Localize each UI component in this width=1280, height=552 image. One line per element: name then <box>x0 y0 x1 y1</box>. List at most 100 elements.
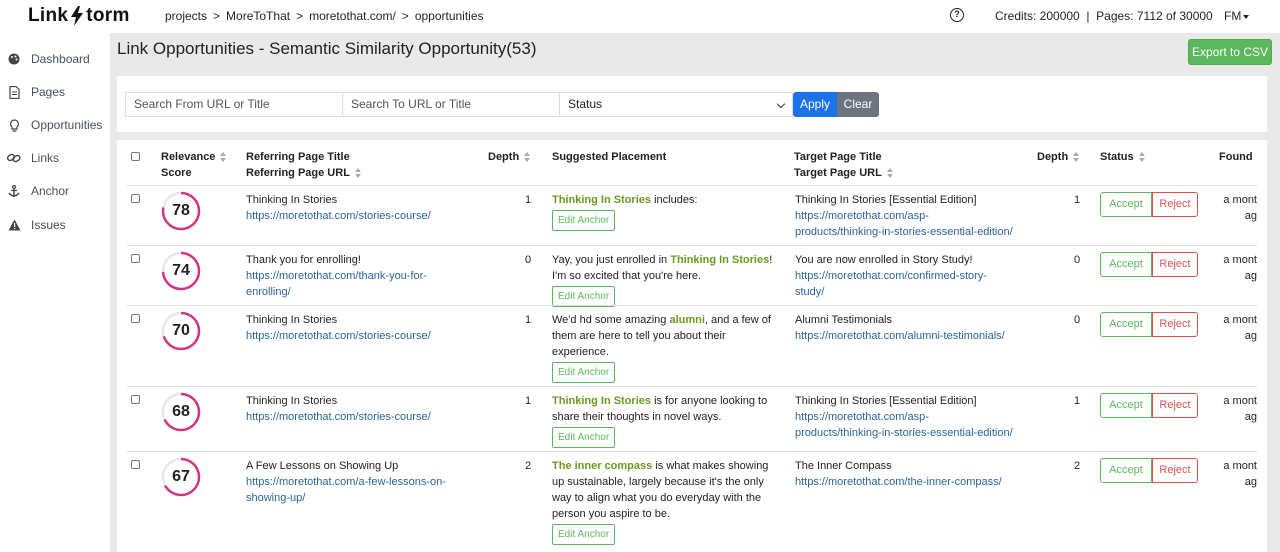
target-url[interactable]: https://moretothat.com/the-inner-compass… <box>795 474 1002 490</box>
logo[interactable]: Link torm <box>28 5 130 27</box>
main-content: Link Opportunities - Semantic Similarity… <box>110 33 1280 552</box>
sidebar-item-issues[interactable]: Issues <box>7 215 66 235</box>
header-target-url: Target Page URL <box>794 167 882 179</box>
question-circle-icon[interactable]: ? <box>950 8 964 22</box>
target-url[interactable]: https://moretothat.com/alumni-testimonia… <box>795 328 1005 344</box>
placement-text: share their thoughts in novel ways. <box>552 411 722 423</box>
status-select[interactable]: Status <box>559 92 793 117</box>
found-line2: ag <box>1244 411 1257 423</box>
row-checkbox[interactable] <box>131 395 140 404</box>
found-time: a mont ag <box>1223 192 1257 224</box>
referring-url[interactable]: https://moretothat.com/stories-course/ <box>246 328 431 344</box>
target-url[interactable]: https://moretothat.com/asp-products/thin… <box>795 409 1013 441</box>
referring-url[interactable]: https://moretothat.com/stories-course/ <box>246 208 431 224</box>
breadcrumb: projects > MoreToThat > moretothat.com/ … <box>165 9 484 23</box>
accept-button[interactable]: Accept <box>1100 252 1152 277</box>
sidebar-item-dashboard[interactable]: Dashboard <box>7 49 90 69</box>
accept-button[interactable]: Accept <box>1100 192 1152 217</box>
clear-button[interactable]: Clear <box>837 92 879 117</box>
header-target-depth[interactable]: Depth <box>1037 149 1080 165</box>
sidebar-item-label: Opportunities <box>31 118 103 132</box>
header-target[interactable]: Target Page Title Target Page URL <box>794 149 894 181</box>
placement-text: ! <box>769 254 773 266</box>
row-checkbox[interactable] <box>131 460 140 469</box>
reject-button[interactable]: Reject <box>1152 312 1198 337</box>
lightbulb-icon <box>7 118 21 132</box>
score-value: 68 <box>172 403 190 420</box>
score-value: 67 <box>172 468 190 485</box>
placement-text: up sustainable, largely because it's the… <box>552 476 764 488</box>
table-row: 78 Thinking In Stories https://moretotha… <box>127 185 1257 245</box>
row-checkbox[interactable] <box>131 254 140 263</box>
reject-button[interactable]: Reject <box>1152 252 1198 277</box>
reject-button[interactable]: Reject <box>1152 192 1198 217</box>
sidebar-item-label: Links <box>31 151 60 165</box>
breadcrumb-separator: > <box>213 9 221 23</box>
placement-text: them are here to tell you about their <box>552 330 726 342</box>
referring-depth: 1 <box>525 395 532 407</box>
breadcrumb-project[interactable]: MoreToThat <box>226 9 290 23</box>
suggested-placement: Yay, you just enrolled in Thinking In St… <box>552 252 772 284</box>
sidebar-item-label: Issues <box>31 218 66 232</box>
export-csv-button[interactable]: Export to CSV <box>1188 39 1272 65</box>
referring-url[interactable]: https://moretothat.com/a-few-lessons-on-… <box>246 474 446 506</box>
sidebar-item-anchor[interactable]: Anchor <box>7 181 69 201</box>
breadcrumb-domain[interactable]: moretothat.com/ <box>309 9 396 23</box>
status-select-value: Status <box>568 97 603 111</box>
reject-button[interactable]: Reject <box>1152 393 1198 418</box>
row-checkbox[interactable] <box>131 194 140 203</box>
sidebar: Dashboard Pages Opportunities Links Anch… <box>0 33 110 552</box>
header-relevance-line2: Score <box>161 167 192 179</box>
target-url-line2: study/ <box>795 286 825 298</box>
header-referring[interactable]: Referring Page Title Referring Page URL <box>246 149 362 181</box>
edit-anchor-button[interactable]: Edit Anchor <box>552 362 616 383</box>
accept-button[interactable]: Accept <box>1100 458 1152 483</box>
search-to-input[interactable]: Search To URL or Title <box>342 92 560 117</box>
header-depth-label: Depth <box>488 151 520 163</box>
target-url[interactable]: https://moretothat.com/confirmed-story-s… <box>795 268 987 300</box>
referring-title: A Few Lessons on Showing Up <box>246 460 399 472</box>
target-title: The Inner Compass <box>795 460 892 472</box>
header-status[interactable]: Status <box>1100 149 1146 165</box>
referring-url[interactable]: https://moretothat.com/thank-you-for-enr… <box>246 268 427 300</box>
relevance-score: 67 <box>161 457 201 497</box>
search-from-input[interactable]: Search From URL or Title <box>125 92 343 117</box>
sidebar-item-links[interactable]: Links <box>7 148 59 168</box>
select-all-checkbox[interactable] <box>131 152 140 161</box>
anchor-highlight: Thinking In Stories <box>552 395 652 407</box>
header-target-title: Target Page Title <box>794 151 882 163</box>
target-depth: 1 <box>1074 395 1081 407</box>
target-depth: 0 <box>1074 254 1081 266</box>
edit-anchor-button[interactable]: Edit Anchor <box>552 286 616 307</box>
edit-anchor-button[interactable]: Edit Anchor <box>552 427 616 448</box>
sort-icon <box>1073 152 1080 163</box>
anchor-highlight: The inner compass <box>552 460 653 472</box>
referring-depth: 1 <box>525 194 532 206</box>
link-icon <box>7 151 21 165</box>
row-checkbox[interactable] <box>131 314 140 323</box>
header-target-depth-label: Depth <box>1037 151 1069 163</box>
referring-url[interactable]: https://moretothat.com/stories-course/ <box>246 409 431 425</box>
header-depth[interactable]: Depth <box>488 149 531 165</box>
sidebar-item-pages[interactable]: Pages <box>7 82 65 102</box>
edit-anchor-button[interactable]: Edit Anchor <box>552 524 616 545</box>
user-menu[interactable]: FM <box>1224 9 1250 23</box>
accept-button[interactable]: Accept <box>1100 393 1152 418</box>
target-url-line1: https://moretothat.com/asp- <box>795 411 929 423</box>
edit-anchor-button[interactable]: Edit Anchor <box>552 210 616 231</box>
found-line2: ag <box>1244 330 1257 342</box>
header-ref-title: Referring Page Title <box>246 151 350 163</box>
placement-text: is for anyone looking to <box>651 395 768 407</box>
target-url[interactable]: https://moretothat.com/asp-products/thin… <box>795 208 1013 240</box>
header-relevance[interactable]: Relevance Score <box>161 149 227 181</box>
placement-text: Yay, you just enrolled in <box>552 254 671 266</box>
opportunities-table: Relevance Score Referring Page Title Ref… <box>117 140 1267 552</box>
sidebar-item-opportunities[interactable]: Opportunities <box>7 115 102 135</box>
referring-depth: 2 <box>525 460 532 472</box>
reject-button[interactable]: Reject <box>1152 458 1198 483</box>
accept-button[interactable]: Accept <box>1100 312 1152 337</box>
breadcrumb-projects[interactable]: projects <box>165 9 207 23</box>
apply-button[interactable]: Apply <box>793 92 837 117</box>
found-time: a mont ag <box>1223 393 1257 425</box>
found-line1: a mont <box>1223 254 1257 266</box>
